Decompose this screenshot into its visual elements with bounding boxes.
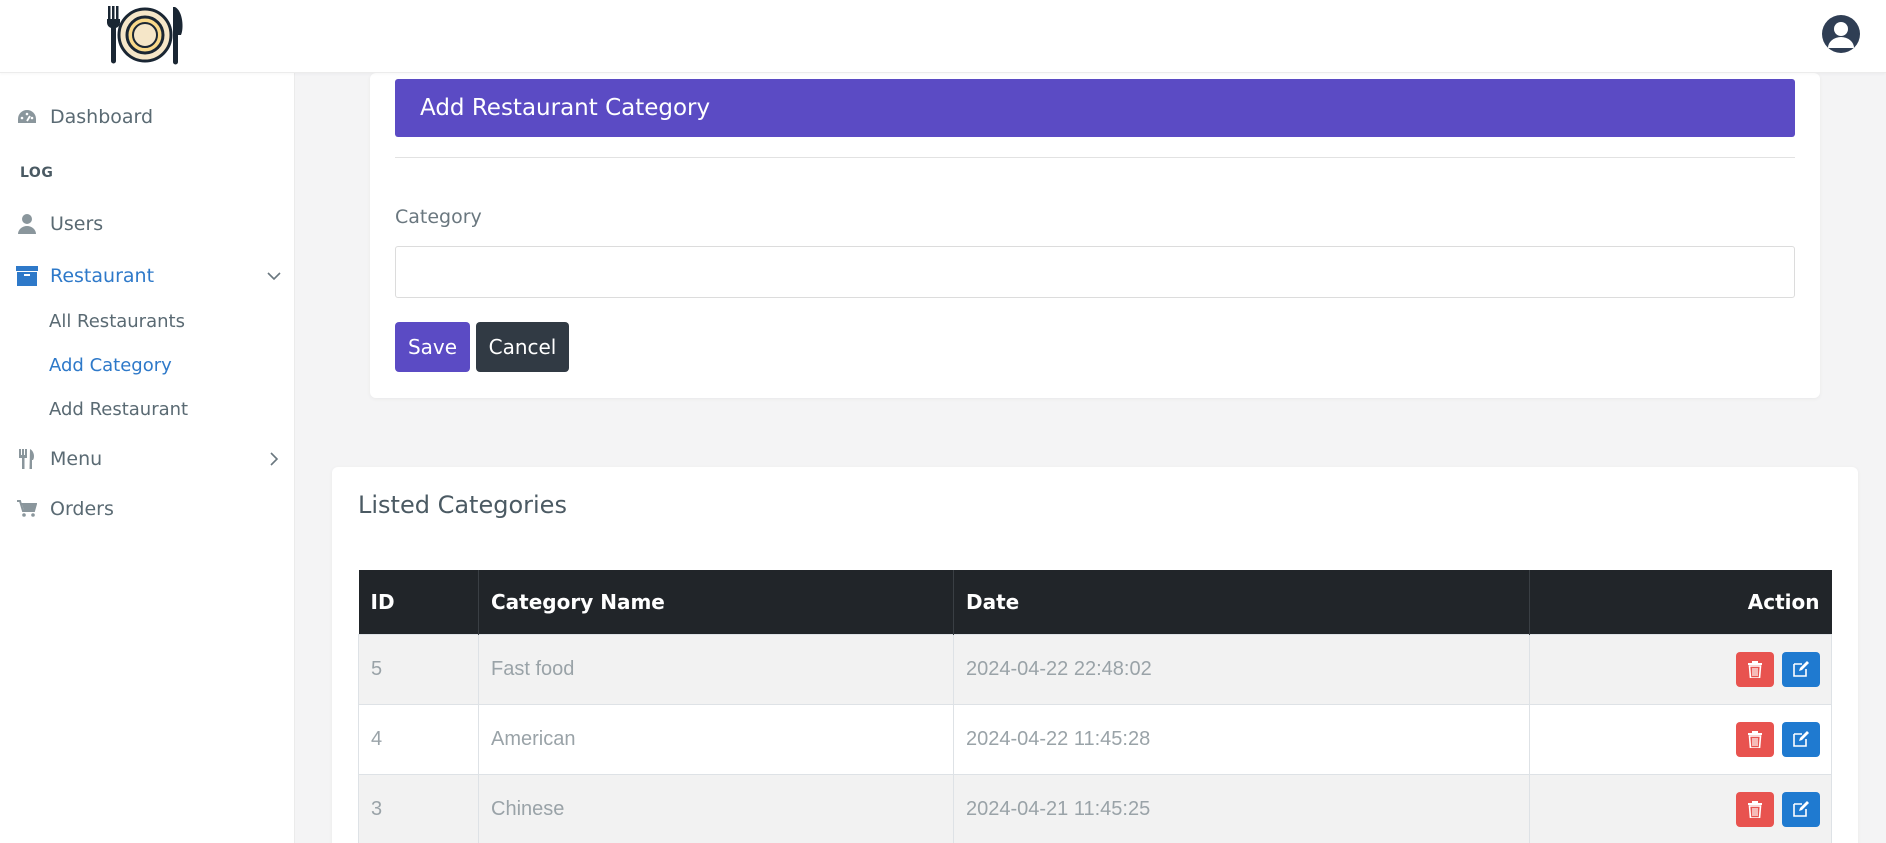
archive-icon bbox=[16, 265, 38, 287]
listed-categories-card: Listed Categories ID Category Name Date … bbox=[332, 467, 1858, 843]
category-input[interactable] bbox=[395, 246, 1795, 298]
edit-button[interactable] bbox=[1782, 651, 1820, 687]
chevron-down-icon bbox=[266, 268, 282, 284]
cell-category-name: Chinese bbox=[478, 773, 954, 843]
cancel-button[interactable]: Cancel bbox=[476, 322, 569, 372]
add-category-card: Add Restaurant Category Category Save Ca… bbox=[370, 73, 1820, 398]
categories-table: ID Category Name Date Action 5 Fast food… bbox=[358, 570, 1832, 843]
cell-category-name: Fast food bbox=[478, 633, 954, 705]
cell-date: 2024-04-22 11:45:28 bbox=[953, 703, 1530, 775]
table-row: 5 Fast food 2024-04-22 22:48:02 bbox=[358, 633, 1832, 705]
sidebar-item-label: Menu bbox=[50, 448, 103, 470]
sidebar-item-users[interactable]: Users bbox=[0, 204, 295, 244]
sidebar-item-label: Dashboard bbox=[50, 106, 154, 128]
table-row: 3 Chinese 2024-04-21 11:45:25 bbox=[358, 773, 1832, 843]
edit-icon bbox=[1793, 800, 1809, 817]
sidebar-item-orders[interactable]: Orders bbox=[0, 489, 295, 529]
column-header-action: Action bbox=[1529, 570, 1832, 634]
plate-fork-knife-logo[interactable] bbox=[103, 4, 187, 66]
cutlery-icon bbox=[16, 448, 38, 470]
edit-icon bbox=[1793, 730, 1809, 747]
cell-id: 5 bbox=[358, 633, 479, 705]
user-avatar-icon[interactable] bbox=[1822, 15, 1860, 53]
column-header-date: Date bbox=[953, 570, 1530, 634]
cell-category-name: American bbox=[478, 703, 954, 775]
save-button[interactable]: Save bbox=[395, 322, 470, 372]
sidebar-item-label: Orders bbox=[50, 498, 114, 520]
edit-icon bbox=[1793, 660, 1809, 677]
sidebar: Dashboard LOG Users Restaurant All Resta… bbox=[0, 73, 295, 843]
chevron-right-icon bbox=[266, 451, 282, 467]
table-header-row: ID Category Name Date Action bbox=[358, 570, 1832, 634]
edit-button[interactable] bbox=[1782, 791, 1820, 827]
sidebar-item-menu[interactable]: Menu bbox=[0, 439, 295, 479]
sidebar-item-label: Restaurant bbox=[50, 265, 155, 287]
sidebar-subitem-all-restaurants[interactable]: All Restaurants bbox=[49, 311, 185, 332]
category-field-label: Category bbox=[395, 206, 482, 228]
edit-button[interactable] bbox=[1782, 721, 1820, 757]
delete-button[interactable] bbox=[1736, 721, 1774, 757]
divider bbox=[395, 157, 1795, 158]
top-navbar bbox=[0, 0, 1886, 73]
sidebar-subitem-add-category[interactable]: Add Category bbox=[49, 355, 172, 376]
cell-actions bbox=[1529, 703, 1832, 775]
user-icon bbox=[16, 213, 38, 235]
trash-icon bbox=[1748, 730, 1762, 748]
dashboard-icon bbox=[16, 106, 38, 128]
sidebar-section-label: LOG bbox=[20, 165, 54, 181]
table-row: 4 American 2024-04-22 11:45:28 bbox=[358, 703, 1832, 775]
column-header-id: ID bbox=[358, 570, 479, 634]
cell-actions bbox=[1529, 633, 1832, 705]
cell-actions bbox=[1529, 773, 1832, 843]
delete-button[interactable] bbox=[1736, 651, 1774, 687]
page-title: Add Restaurant Category bbox=[420, 95, 711, 121]
column-header-category-name: Category Name bbox=[478, 570, 954, 634]
cell-id: 3 bbox=[358, 773, 479, 843]
delete-button[interactable] bbox=[1736, 791, 1774, 827]
table-title: Listed Categories bbox=[358, 491, 567, 519]
sidebar-item-restaurant[interactable]: Restaurant bbox=[0, 256, 295, 296]
cell-id: 4 bbox=[358, 703, 479, 775]
cell-date: 2024-04-22 22:48:02 bbox=[953, 633, 1530, 705]
trash-icon bbox=[1748, 660, 1762, 678]
sidebar-item-label: Users bbox=[50, 213, 104, 235]
sidebar-subitem-add-restaurant[interactable]: Add Restaurant bbox=[49, 399, 188, 420]
sidebar-item-dashboard[interactable]: Dashboard bbox=[0, 97, 295, 137]
cart-icon bbox=[16, 498, 38, 520]
trash-icon bbox=[1748, 800, 1762, 818]
cell-date: 2024-04-21 11:45:25 bbox=[953, 773, 1530, 843]
form-header: Add Restaurant Category bbox=[395, 79, 1795, 137]
